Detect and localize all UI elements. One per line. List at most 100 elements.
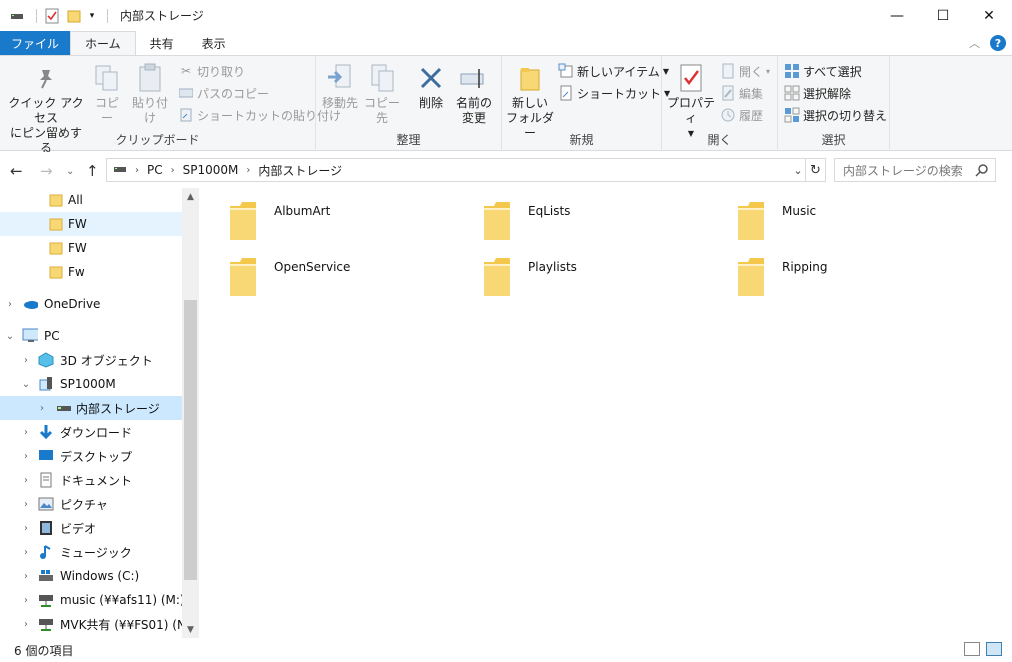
up-arrow-icon[interactable]: ↑ <box>86 162 99 180</box>
nav-item[interactable]: › ミュージック <box>0 540 182 564</box>
edit-button[interactable]: 編集 <box>720 83 763 103</box>
nav-item[interactable]: › 3D オブジェクト <box>0 348 182 372</box>
new-item-button[interactable]: 新しいアイテム ▼ <box>558 61 669 81</box>
expand-chevron-icon[interactable]: › <box>20 355 32 366</box>
recent-locations-icon[interactable]: ⌄ <box>66 166 74 177</box>
folder-item[interactable]: OpenService <box>228 256 468 304</box>
expand-chevron-icon[interactable]: › <box>20 523 32 534</box>
breadcrumb-separator-icon[interactable]: › <box>135 165 139 176</box>
folder-item[interactable]: Music <box>736 200 976 248</box>
organize-group-label: 整理 <box>396 133 421 147</box>
back-arrow-icon[interactable]: ← <box>10 162 23 180</box>
nav-item[interactable]: › Windows (C:) <box>0 564 182 588</box>
folder-item[interactable]: AlbumArt <box>228 200 468 248</box>
nav-item[interactable]: › music (¥¥afs11) (M:) <box>0 588 185 612</box>
nav-item-label: OneDrive <box>44 297 101 311</box>
large-icons-view-icon[interactable] <box>986 642 1002 656</box>
open-button[interactable]: 開く ▾ <box>720 61 770 81</box>
copy-to-button[interactable]: コピー先 <box>362 62 402 126</box>
expand-chevron-icon[interactable]: › <box>20 475 32 486</box>
properties-icon[interactable] <box>43 7 61 25</box>
music-icon <box>38 544 54 560</box>
nav-item[interactable]: Fw <box>0 260 182 284</box>
delete-button[interactable]: 削除 <box>414 62 448 111</box>
expand-chevron-icon[interactable]: › <box>20 499 32 510</box>
details-view-icon[interactable] <box>964 642 980 656</box>
minimize-button[interactable]: — <box>874 0 920 31</box>
drive-icon[interactable] <box>8 7 26 25</box>
rename-label-1: 名前の <box>455 96 492 110</box>
delete-icon <box>415 62 447 94</box>
expand-chevron-icon[interactable]: › <box>20 451 32 462</box>
nav-item[interactable]: › OneDrive <box>0 292 182 316</box>
nav-item[interactable]: › ドキュメント <box>0 468 182 492</box>
customize-qat-icon[interactable]: ▾ <box>87 7 97 25</box>
copy-button[interactable]: コピー <box>90 62 124 126</box>
new-folder-icon[interactable] <box>65 7 83 25</box>
history-button[interactable]: 履歴 <box>720 105 763 125</box>
item-count: 6 個の項目 <box>14 643 74 658</box>
easy-access-button[interactable]: ショートカット ▼ <box>558 83 670 103</box>
address-bar[interactable]: › PC › SP1000M › 内部ストレージ <box>106 158 806 182</box>
invert-selection-button[interactable]: 選択の切り替え <box>784 105 887 125</box>
nav-scrollbar[interactable]: ▲ ▼ <box>182 188 199 638</box>
expand-chevron-icon[interactable]: › <box>4 299 16 310</box>
refresh-icon[interactable]: ↻ <box>806 158 826 182</box>
collapse-chevron-icon[interactable]: ⌄ <box>4 331 16 342</box>
scroll-up-icon[interactable]: ▲ <box>182 188 199 205</box>
nav-item[interactable]: › 内部ストレージ <box>0 396 182 420</box>
nav-item[interactable]: FW <box>0 212 182 236</box>
new-group: 新しい フォルダー 新しいアイテム ▼ ショートカット ▼ 新規 <box>502 56 670 151</box>
expand-chevron-icon[interactable]: › <box>36 403 48 414</box>
select-all-button[interactable]: すべて選択 <box>784 61 862 81</box>
nav-item[interactable]: › ダウンロード <box>0 420 182 444</box>
folder-item[interactable]: Playlists <box>482 256 722 304</box>
nav-item[interactable]: › ピクチャ <box>0 492 182 516</box>
breadcrumb-internal-storage[interactable]: 内部ストレージ <box>258 162 342 179</box>
select-none-icon <box>784 85 800 101</box>
nav-item[interactable]: FW <box>0 236 182 260</box>
scroll-thumb[interactable] <box>184 300 197 580</box>
folder-icon <box>736 200 766 245</box>
breadcrumb-pc[interactable]: PC <box>147 163 163 177</box>
tab-view[interactable]: 表示 <box>188 31 240 55</box>
expand-chevron-icon[interactable]: › <box>20 619 32 630</box>
nav-item[interactable]: › MVK共有 (¥¥FS01) (N:) <box>0 612 195 636</box>
tab-share[interactable]: 共有 <box>136 31 188 55</box>
help-icon[interactable]: ? <box>990 35 1006 51</box>
nav-item[interactable]: › ビデオ <box>0 516 182 540</box>
breadcrumb-separator-icon[interactable]: › <box>171 165 175 176</box>
nav-item[interactable]: ⌄ PC <box>0 324 182 348</box>
collapse-ribbon-icon[interactable]: ︿ <box>969 35 980 51</box>
folder-item[interactable]: Ripping <box>736 256 976 304</box>
tab-file[interactable]: ファイル <box>0 31 71 55</box>
collapse-chevron-icon[interactable]: ⌄ <box>20 379 32 390</box>
maximize-button[interactable]: ☐ <box>920 0 966 31</box>
search-input[interactable]: 内部ストレージの検索 <box>834 158 996 182</box>
expand-chevron-icon[interactable]: › <box>20 595 32 606</box>
tab-home[interactable]: ホーム <box>70 31 136 55</box>
nav-item[interactable]: › デスクトップ <box>0 444 182 468</box>
forward-arrow-icon[interactable]: → <box>40 162 53 180</box>
breadcrumb-sp1000m[interactable]: SP1000M <box>183 163 239 177</box>
close-button[interactable]: ✕ <box>966 0 1012 31</box>
breadcrumb-separator-icon[interactable]: › <box>246 165 250 176</box>
expand-chevron-icon[interactable]: › <box>20 427 32 438</box>
address-dropdown-icon[interactable]: ⌄ <box>790 160 806 180</box>
move-to-button[interactable]: 移動先 <box>320 62 360 111</box>
properties-button[interactable]: プロパティ ▼ <box>666 62 716 141</box>
select-none-button[interactable]: 選択解除 <box>784 83 851 103</box>
nav-item[interactable]: ⌄ SP1000M <box>0 372 182 396</box>
nav-item-label: ミュージック <box>60 545 132 560</box>
rename-button[interactable]: 名前の 変更 <box>452 62 496 126</box>
nav-item[interactable]: All <box>0 188 182 212</box>
scroll-down-icon[interactable]: ▼ <box>182 621 199 638</box>
copy-path-button[interactable]: パスのコピー <box>178 83 269 103</box>
folder-item[interactable]: EqLists <box>482 200 722 248</box>
cut-button[interactable]: ✂ 切り取り <box>178 61 245 81</box>
expand-chevron-icon[interactable]: › <box>20 547 32 558</box>
paste-button[interactable]: 貼り付け <box>128 62 172 126</box>
new-folder-button[interactable]: 新しい フォルダー <box>506 62 554 141</box>
network-drive-icon <box>38 592 54 608</box>
expand-chevron-icon[interactable]: › <box>20 571 32 582</box>
